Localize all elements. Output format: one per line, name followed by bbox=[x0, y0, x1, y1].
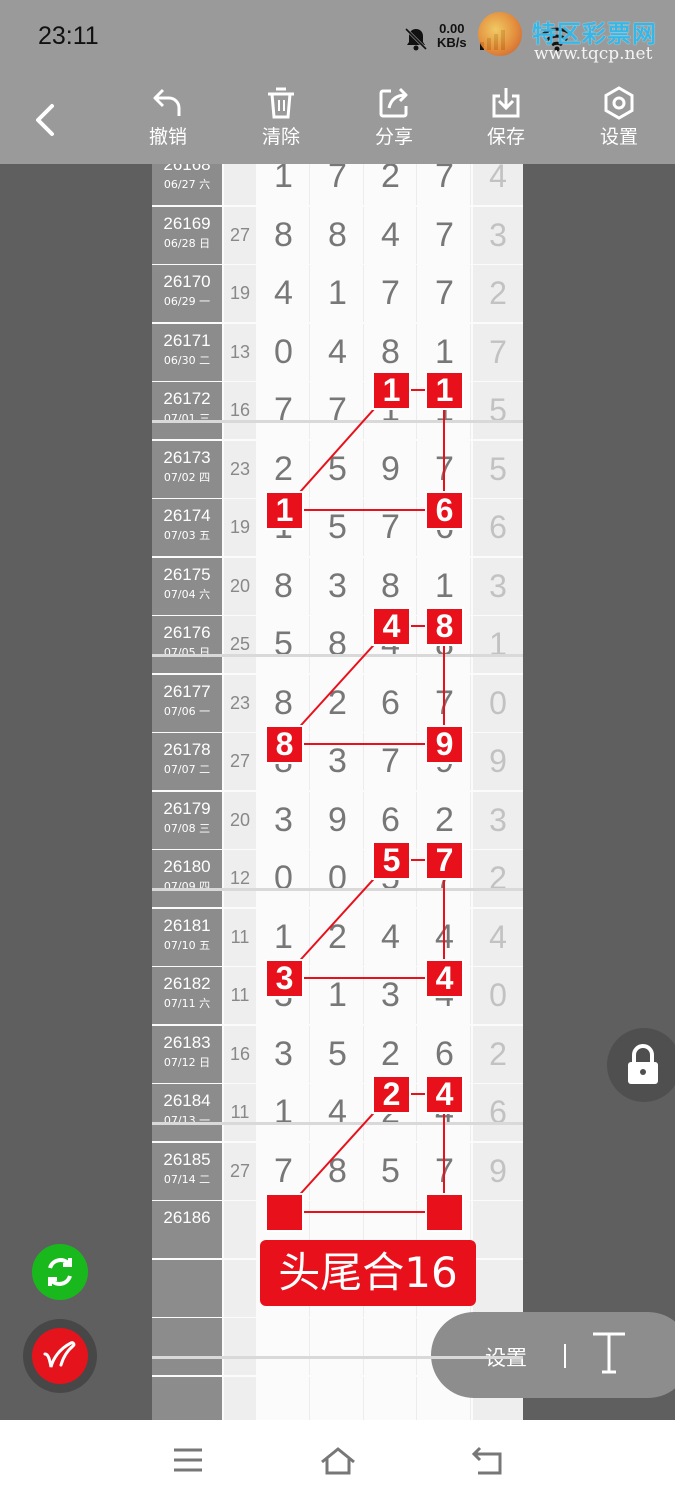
refresh-icon bbox=[48, 1258, 72, 1286]
lottery-grid[interactable]: 26168 06/27 六 1 7 2 7 4 26169 06/28 日 27 8 8 4 7 3 2617… bbox=[152, 164, 523, 1420]
toolbar: 撤销 清除 分享 保存 设置 bbox=[0, 78, 675, 164]
marked-digit[interactable]: 3 bbox=[267, 961, 302, 996]
marked-digit[interactable]: 4 bbox=[374, 609, 409, 644]
pill-divider bbox=[564, 1344, 566, 1368]
marked-digit[interactable]: 4 bbox=[427, 961, 462, 996]
save-button[interactable]: 保存 bbox=[466, 86, 546, 149]
lock-button[interactable] bbox=[607, 1028, 675, 1102]
system-nav-bar bbox=[0, 1420, 675, 1500]
drawn-lines bbox=[283, 389, 445, 1213]
marked-digit[interactable]: 4 bbox=[427, 1077, 462, 1112]
watermark-logo bbox=[478, 12, 522, 56]
clear-button[interactable]: 清除 bbox=[241, 86, 321, 149]
download-icon bbox=[492, 88, 520, 118]
marked-empty[interactable] bbox=[267, 1195, 302, 1230]
pen-tool-container bbox=[23, 1319, 97, 1393]
home-icon[interactable] bbox=[319, 1446, 357, 1476]
undo-icon bbox=[153, 88, 181, 116]
back-arrow-icon[interactable] bbox=[28, 100, 64, 140]
status-bar: 23:11 0.00 KB/s 特区彩票网 www.tqcp.net bbox=[0, 0, 675, 78]
share-icon bbox=[379, 87, 408, 118]
marked-digit[interactable]: 8 bbox=[267, 727, 302, 762]
result-label[interactable]: 头尾合16 bbox=[260, 1240, 476, 1306]
settings-button[interactable]: 设置 bbox=[579, 86, 659, 149]
marked-digit[interactable]: 9 bbox=[427, 727, 462, 762]
marked-digit[interactable]: 1 bbox=[427, 373, 462, 408]
marked-digit[interactable]: 1 bbox=[374, 373, 409, 408]
marked-digit[interactable]: 6 bbox=[427, 493, 462, 528]
marked-empty[interactable] bbox=[427, 1195, 462, 1230]
hexagon-gear-icon bbox=[604, 86, 634, 120]
text-tool-icon[interactable] bbox=[589, 1330, 629, 1376]
pen-button[interactable] bbox=[32, 1328, 88, 1384]
watermark-url: www.tqcp.net bbox=[534, 44, 653, 64]
bell-muted-icon bbox=[404, 27, 428, 51]
menu-icon[interactable] bbox=[172, 1446, 204, 1474]
share-button[interactable]: 分享 bbox=[354, 86, 434, 149]
undo-button[interactable]: 撤销 bbox=[128, 86, 208, 149]
marked-digit[interactable]: 8 bbox=[427, 609, 462, 644]
network-speed: 0.00 KB/s bbox=[437, 21, 467, 50]
trash-icon bbox=[268, 87, 294, 119]
marked-digit[interactable]: 2 bbox=[374, 1077, 409, 1112]
pen-stroke-icon bbox=[43, 1341, 76, 1368]
marked-digit[interactable]: 5 bbox=[374, 843, 409, 878]
refresh-button[interactable] bbox=[32, 1244, 88, 1300]
back-icon[interactable] bbox=[470, 1446, 504, 1476]
status-time: 23:11 bbox=[38, 22, 99, 50]
marked-digit[interactable]: 7 bbox=[427, 843, 462, 878]
marked-digit[interactable]: 1 bbox=[267, 493, 302, 528]
lock-icon bbox=[628, 1044, 658, 1084]
